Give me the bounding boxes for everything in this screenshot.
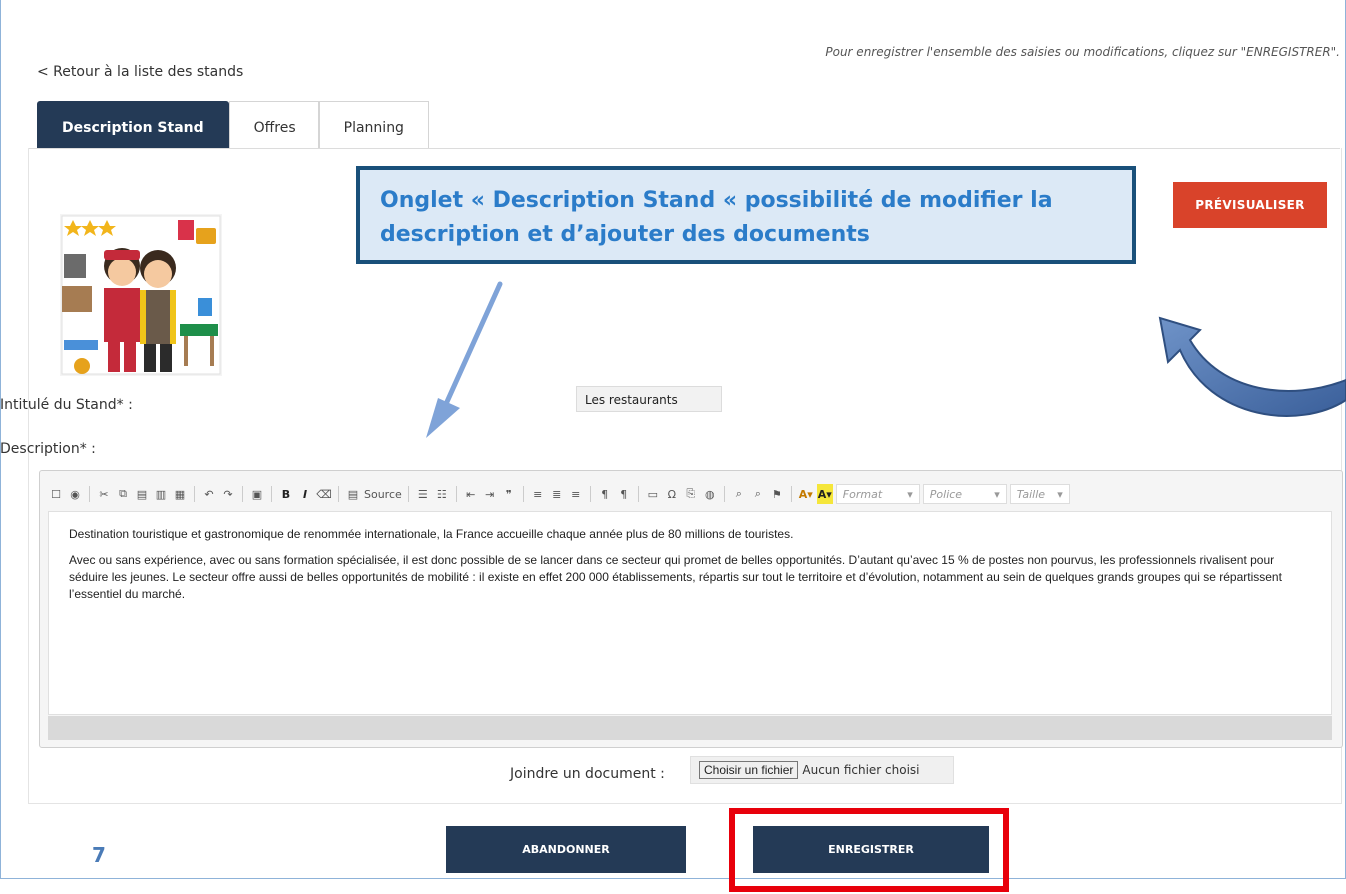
annotation-arrows [426, 281, 1346, 438]
down-arrow-icon [426, 281, 503, 438]
curved-arrow-icon [1158, 316, 1346, 417]
